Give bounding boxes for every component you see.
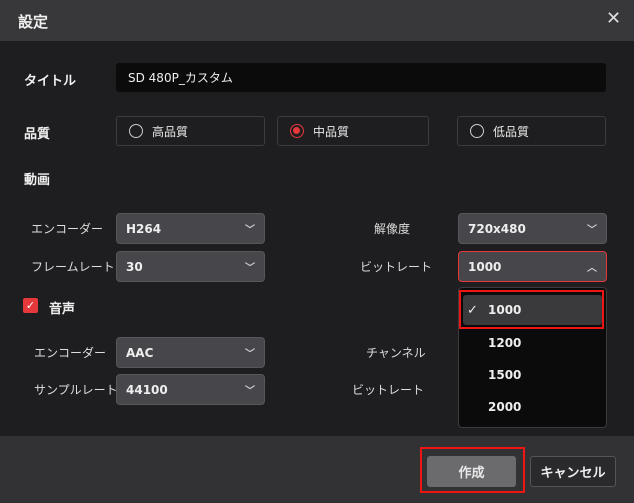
select-value: 44100 <box>126 382 168 397</box>
chevron-down-icon: ﹀ <box>587 225 597 236</box>
video-section-label: 動画 <box>24 173 51 188</box>
audio-encoder-label: エンコーダー <box>34 346 107 360</box>
video-bitrate-select[interactable]: 1000 ︿ <box>458 251 607 282</box>
dialog-title: 設定 <box>18 13 49 31</box>
resolution-select[interactable]: 720x480 ﹀ <box>458 213 607 244</box>
select-value: AAC <box>126 345 154 360</box>
channel-label: チャンネル <box>366 346 426 360</box>
select-value: H264 <box>126 221 162 236</box>
title-input[interactable]: SD 480P_カスタム <box>116 63 606 92</box>
cancel-button[interactable]: キャンセル <box>530 456 616 487</box>
highlight-box <box>420 447 525 493</box>
quality-high-radio[interactable]: 高品質 <box>116 116 265 146</box>
audio-checkbox[interactable]: ✓ <box>23 298 38 313</box>
resolution-label: 解像度 <box>374 222 411 236</box>
dropdown-option-1500[interactable]: 1500 <box>459 360 606 390</box>
radio-selected-icon <box>290 124 304 138</box>
framerate-select[interactable]: 30 ﹀ <box>116 251 265 282</box>
title-label: タイトル <box>24 74 77 89</box>
option-label: 1500 <box>488 368 522 382</box>
chevron-down-icon: ﹀ <box>245 386 255 397</box>
audio-section-label: 音声 <box>49 302 76 317</box>
video-encoder-select[interactable]: H264 ﹀ <box>116 213 265 244</box>
select-value: 720x480 <box>468 221 526 236</box>
audio-bitrate-label: ビットレート <box>352 383 425 397</box>
highlight-box <box>459 290 604 329</box>
framerate-label: フレームレート <box>31 260 115 274</box>
quality-label: 品質 <box>24 127 51 142</box>
close-icon[interactable]: ✕ <box>606 8 621 29</box>
radio-icon <box>129 124 143 138</box>
option-label: 2000 <box>488 400 522 414</box>
dialog-header <box>0 0 634 41</box>
audio-encoder-select[interactable]: AAC ﹀ <box>116 337 265 368</box>
chevron-down-icon: ﹀ <box>245 349 255 360</box>
dropdown-option-2000[interactable]: 2000 <box>459 392 606 422</box>
radio-label: 中品質 <box>313 124 350 139</box>
quality-medium-radio[interactable]: 中品質 <box>277 116 429 146</box>
select-value: 30 <box>126 259 143 274</box>
chevron-down-icon: ﹀ <box>245 225 255 236</box>
radio-label: 高品質 <box>152 124 189 139</box>
video-encoder-label: エンコーダー <box>31 222 104 236</box>
radio-icon <box>470 124 484 138</box>
chevron-down-icon: ﹀ <box>245 263 255 274</box>
video-bitrate-label: ビットレート <box>360 260 433 274</box>
radio-label: 低品質 <box>493 124 530 139</box>
samplerate-label: サンプルレート <box>34 383 118 397</box>
chevron-up-icon: ︿ <box>587 263 597 274</box>
option-label: 1200 <box>488 336 522 350</box>
dropdown-option-1200[interactable]: 1200 <box>459 328 606 358</box>
quality-low-radio[interactable]: 低品質 <box>457 116 606 146</box>
select-value: 1000 <box>468 259 502 274</box>
samplerate-select[interactable]: 44100 ﹀ <box>116 374 265 405</box>
